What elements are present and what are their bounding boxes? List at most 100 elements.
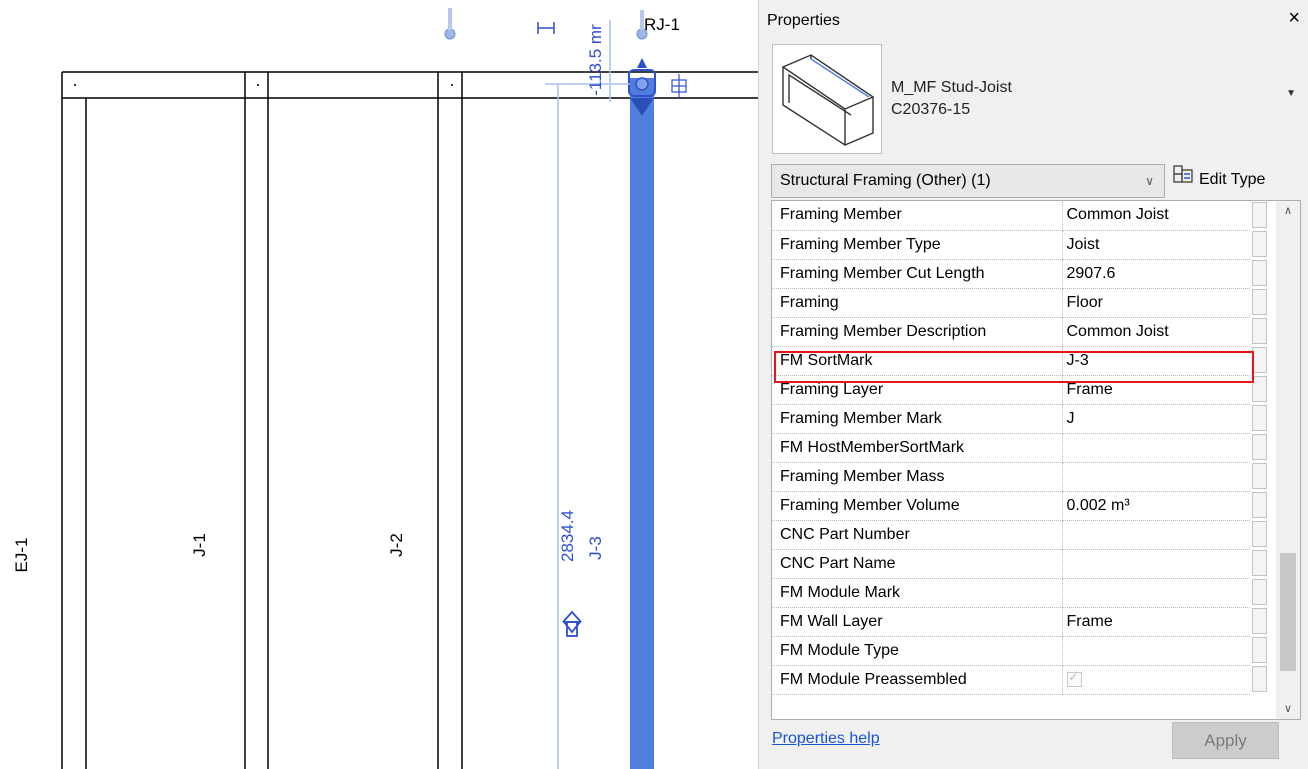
property-value[interactable]: J [1062,404,1250,434]
property-value[interactable]: Frame [1062,375,1250,405]
edit-type-button[interactable]: Edit Type [1173,164,1265,196]
property-row[interactable]: Framing Member Volume 0.002 m³ [772,491,1250,521]
row-button[interactable] [1252,666,1267,692]
grip-left[interactable] [444,28,456,40]
end-grip[interactable] [635,77,649,91]
property-value[interactable] [1062,578,1250,608]
property-value-checkbox[interactable] [1062,665,1250,695]
row-button[interactable] [1252,637,1267,663]
dimension-lock-icon[interactable] [537,22,555,34]
property-row[interactable]: Framing Member Description Common Joist [772,317,1250,347]
row-button[interactable] [1252,579,1267,605]
property-value[interactable] [1062,433,1250,463]
property-name: FM Module Mark [772,578,1063,608]
property-name: FM Module Type [772,636,1063,666]
row-button[interactable] [1252,376,1267,402]
flip-arrow-up[interactable] [637,58,647,68]
row-button[interactable] [1252,492,1267,518]
property-row[interactable]: CNC Part Number [772,520,1250,550]
property-value[interactable]: Common Joist [1062,201,1250,231]
row-button[interactable] [1252,318,1267,344]
checkbox-icon[interactable] [1066,670,1082,687]
drawing-canvas[interactable]: RJ-1 -113.5 mr 2834.4 J-3 EJ-1 J-1 J-2 [0,0,758,769]
property-row[interactable]: FM Module Type [772,636,1250,666]
joist-mark-label: EJ-1 [12,537,31,573]
properties-grid: Framing Member Common Joist Framing Member… [771,200,1301,720]
property-name: Framing Member Description [772,317,1063,347]
property-name: Framing Member Mark [772,404,1063,434]
type-dropdown-arrow-icon[interactable]: ▼ [1286,88,1296,99]
property-value[interactable] [1062,636,1250,666]
properties-table: Framing Member Common Joist Framing Member… [772,201,1250,695]
length-dimension-label[interactable]: 2834.4 [558,510,578,562]
row-button[interactable] [1252,202,1267,228]
property-row[interactable]: Framing Member Mark J [772,404,1250,434]
edit-type-icon [1173,164,1193,196]
row-button[interactable] [1252,608,1267,634]
property-row[interactable]: CNC Part Name [772,549,1250,579]
flip-arrow-icon[interactable] [562,610,582,637]
edit-type-label: Edit Type [1199,171,1266,189]
properties-help-link[interactable]: Properties help [772,730,880,748]
band-dot [257,84,259,86]
stud-joist-icon [781,54,875,147]
row-button[interactable] [1252,405,1267,431]
apply-button[interactable]: Apply [1172,722,1279,759]
property-value[interactable] [1062,462,1250,492]
property-row[interactable]: FM Module Mark [772,578,1250,608]
selected-joist[interactable] [630,78,654,769]
property-value[interactable]: 0.002 m³ [1062,491,1250,521]
row-button[interactable] [1252,260,1267,286]
property-name: CNC Part Name [772,549,1063,579]
property-row[interactable]: Framing Member Mass [772,462,1250,492]
offset-dimension-label[interactable]: -113.5 mr [586,24,606,96]
property-row[interactable]: FM SortMark J-3 [772,346,1250,376]
property-name: FM SortMark [772,346,1063,376]
property-value[interactable]: J-3 [1062,346,1250,376]
type-family: M_MF Stud-Joist [891,79,1012,96]
scrollbar-thumb[interactable] [1280,553,1296,671]
property-name: Framing [772,288,1063,318]
panel-title: Properties [767,12,840,29]
category-filter-select[interactable]: Structural Framing (Other) (1) ∨ [771,164,1165,198]
type-thumbnail [772,44,882,154]
scroll-down-icon[interactable]: ∨ [1276,699,1300,719]
row-button[interactable] [1252,463,1267,489]
property-row[interactable]: Framing Member Common Joist [772,201,1250,231]
property-value[interactable]: 2907.6 [1062,259,1250,289]
row-button[interactable] [1252,347,1267,373]
move-icon[interactable] [671,74,687,98]
vertical-scrollbar[interactable]: ∧ ∨ [1276,201,1300,719]
type-size: C20376-15 [891,101,971,118]
property-value[interactable] [1062,549,1250,579]
property-row[interactable]: Framing Layer Frame [772,375,1250,405]
type-name: M_MF Stud-Joist C20376-15 [891,77,1012,121]
row-button[interactable] [1252,434,1267,460]
property-value[interactable]: Frame [1062,607,1250,637]
property-row[interactable]: Framing Floor [772,288,1250,318]
property-value[interactable]: Joist [1062,230,1250,260]
property-row[interactable]: Framing Member Type Joist [772,230,1250,260]
chevron-down-icon: ∨ [1145,174,1154,188]
property-name: Framing Layer [772,375,1063,405]
joist-mark-label: J-1 [190,533,209,557]
property-value[interactable]: Floor [1062,288,1250,318]
row-button[interactable] [1252,289,1267,315]
band-dot [451,84,453,86]
close-icon[interactable]: × [1288,8,1300,28]
property-name: Framing Member Cut Length [772,259,1063,289]
property-value[interactable] [1062,520,1250,550]
selected-joist-mark[interactable]: J-3 [586,536,606,560]
scroll-up-icon[interactable]: ∧ [1276,201,1300,221]
property-value[interactable]: Common Joist [1062,317,1250,347]
row-button[interactable] [1252,231,1267,257]
property-name: Framing Member Volume [772,491,1063,521]
joist-mark-label: J-2 [387,533,406,557]
row-button[interactable] [1252,550,1267,576]
property-row[interactable]: FM Wall Layer Frame [772,607,1250,637]
property-row[interactable]: FM HostMemberSortMark [772,433,1250,463]
property-row[interactable]: FM Module Preassembled [772,665,1250,695]
property-name: Framing Member [772,201,1063,231]
row-button[interactable] [1252,521,1267,547]
property-row[interactable]: Framing Member Cut Length 2907.6 [772,259,1250,289]
